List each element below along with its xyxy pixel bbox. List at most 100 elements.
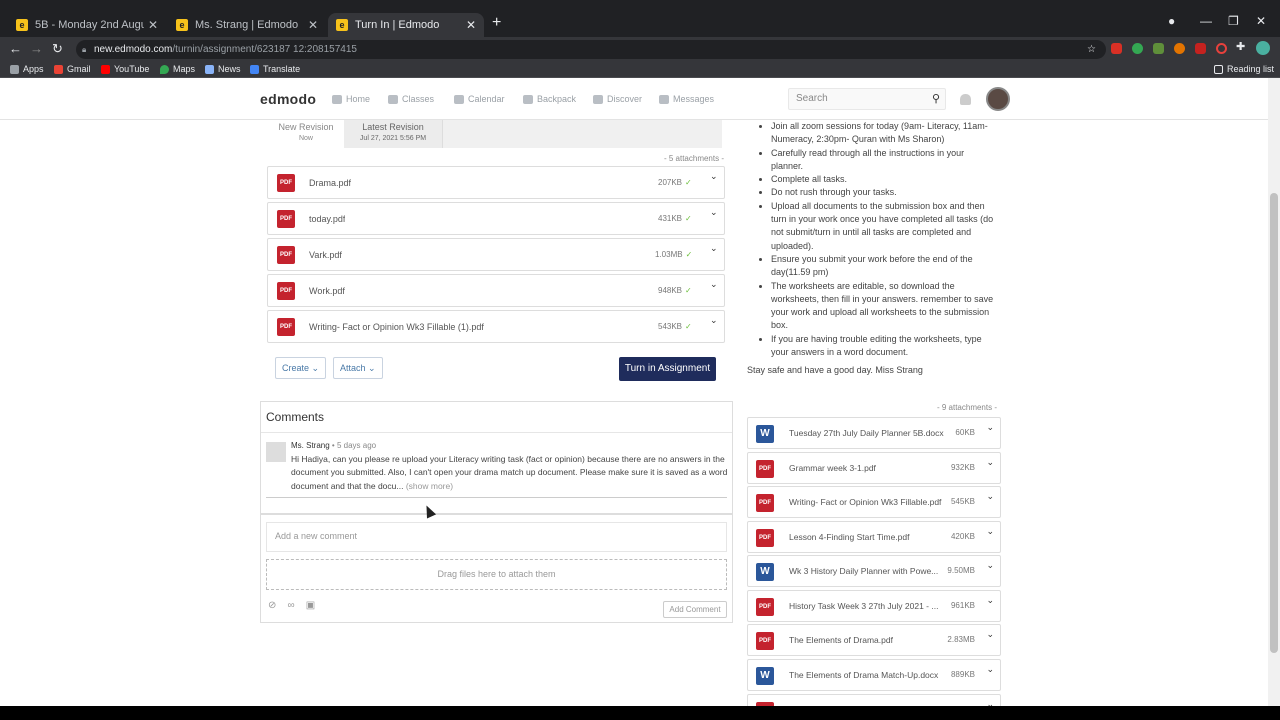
edmodo-logo[interactable]: edmodo bbox=[260, 91, 316, 107]
new-tab-button[interactable]: + bbox=[492, 14, 501, 32]
close-tab-icon[interactable]: ✕ bbox=[466, 18, 476, 32]
attachment-item[interactable]: PDF today.pdf 431KB ✓ ⌄ bbox=[267, 202, 725, 235]
new-comment-input[interactable]: Add a new comment bbox=[266, 522, 727, 552]
attachment-item[interactable]: PDF Writing- Fact or Opinion Wk3 Fillabl… bbox=[267, 310, 725, 343]
attachment-size: 948KB ✓ bbox=[658, 286, 692, 295]
attachment-item[interactable]: PDF Writing- Fact or Opinion Wk3 Fillabl… bbox=[747, 486, 1001, 518]
library-icon[interactable]: ▣ bbox=[306, 600, 315, 611]
attachment-item[interactable]: PDF Drama.pdf 207KB ✓ ⌄ bbox=[267, 166, 725, 199]
chevron-down-icon[interactable]: ⌄ bbox=[986, 422, 994, 433]
user-avatar[interactable] bbox=[986, 87, 1010, 111]
extension-icon[interactable] bbox=[1111, 43, 1122, 54]
tab-new-revision[interactable]: New Revision Now bbox=[268, 120, 344, 148]
attachment-name: Vark.pdf bbox=[309, 250, 342, 260]
bookmark-apps[interactable]: Apps bbox=[10, 64, 44, 74]
attachment-item[interactable]: PDF Grammar week 3-1.pdf 932KB ⌄ bbox=[747, 452, 1001, 484]
attachment-item[interactable]: PDF Work.pdf 948KB ✓ ⌄ bbox=[267, 274, 725, 307]
close-tab-icon[interactable]: ✕ bbox=[308, 18, 318, 32]
bookmark-star-icon[interactable]: ☆ bbox=[1087, 40, 1096, 59]
attachment-item[interactable]: PDF History Task Week 3 27th July 2021 -… bbox=[747, 590, 1001, 622]
attachment-item[interactable]: W Wk 3 History Daily Planner with Powe..… bbox=[747, 555, 1001, 587]
chevron-down-icon[interactable]: ⌄ bbox=[710, 171, 718, 182]
extension-icon[interactable] bbox=[1174, 43, 1185, 54]
close-tab-icon[interactable]: ✕ bbox=[148, 18, 158, 32]
check-icon: ✓ bbox=[685, 178, 692, 187]
chevron-down-icon[interactable]: ⌄ bbox=[986, 491, 994, 502]
create-dropdown-button[interactable]: Create ⌄ bbox=[275, 357, 327, 379]
extension-icon[interactable] bbox=[1195, 43, 1206, 54]
bookmark-youtube[interactable]: YouTube bbox=[101, 64, 149, 74]
attachment-name: The Elements of Drama Match-Up.docx bbox=[789, 670, 939, 680]
close-window-icon[interactable]: ✕ bbox=[1256, 14, 1266, 28]
turn-in-assignment-button[interactable]: Turn in Assignment bbox=[619, 357, 716, 381]
page-scrollbar[interactable] bbox=[1268, 78, 1280, 706]
chevron-down-icon[interactable]: ⌄ bbox=[710, 279, 718, 290]
forward-icon[interactable]: → bbox=[30, 41, 43, 56]
nav-discover[interactable]: Discover bbox=[593, 94, 642, 104]
reading-list[interactable]: Reading list bbox=[1214, 64, 1274, 74]
paperclip-icon[interactable]: ⊘ bbox=[268, 600, 276, 611]
chevron-down-icon[interactable]: ⌄ bbox=[986, 595, 994, 606]
chevron-down-icon[interactable]: ⌄ bbox=[710, 243, 718, 254]
extension-icon[interactable] bbox=[1132, 43, 1143, 54]
chevron-down-icon[interactable]: ⌄ bbox=[986, 560, 994, 571]
nav-backpack[interactable]: Backpack bbox=[523, 94, 576, 104]
search-input[interactable]: Search ⚲ bbox=[788, 88, 946, 110]
nav-label: Messages bbox=[673, 94, 715, 104]
attachment-item[interactable]: PDF Vark.pdf 1.03MB ✓ ⌄ bbox=[267, 238, 725, 271]
back-icon[interactable]: ← bbox=[9, 41, 22, 56]
submission-column: New Revision Now Latest Revision Jul 27,… bbox=[260, 120, 733, 706]
url-bar[interactable]: 🔒︎ new.edmodo.com/turnin/assignment/6231… bbox=[76, 40, 1106, 59]
chevron-down-icon[interactable]: ⌄ bbox=[986, 629, 994, 640]
revision-tabs: New Revision Now Latest Revision Jul 27,… bbox=[268, 120, 722, 148]
nav-label: Backpack bbox=[537, 94, 577, 104]
bookmark-news[interactable]: News bbox=[205, 64, 241, 74]
comment-author[interactable]: Ms. Strang bbox=[291, 441, 330, 450]
file-drop-zone[interactable]: Drag files here to attach them bbox=[266, 559, 727, 590]
attachment-item[interactable]: PDF The Elements of Drama.pdf 2.83MB ⌄ bbox=[747, 624, 1001, 656]
bookmark-gmail[interactable]: Gmail bbox=[54, 64, 91, 74]
chevron-down-icon[interactable]: ⌄ bbox=[986, 699, 994, 706]
extensions-puzzle-icon[interactable]: ✚ bbox=[1236, 40, 1245, 53]
link-icon[interactable]: ∞ bbox=[288, 600, 295, 611]
restore-icon[interactable]: ❐ bbox=[1228, 14, 1239, 28]
word-doc-icon: W bbox=[756, 667, 774, 685]
profile-menu-icon[interactable]: ● bbox=[1168, 14, 1175, 28]
chevron-down-icon[interactable]: ⌄ bbox=[986, 664, 994, 675]
nav-classes[interactable]: Classes bbox=[388, 94, 434, 104]
browser-tab-2[interactable]: e Ms. Strang | Edmodo ✕ bbox=[168, 13, 326, 37]
attach-dropdown-button[interactable]: Attach ⌄ bbox=[333, 357, 383, 379]
attachment-item[interactable]: W The Elements of Drama Match-Up.docx 88… bbox=[747, 659, 1001, 691]
chevron-down-icon[interactable]: ⌄ bbox=[986, 526, 994, 537]
reload-icon[interactable]: ↻ bbox=[52, 41, 63, 57]
nav-label: Discover bbox=[607, 94, 643, 104]
show-more-link[interactable]: (show more) bbox=[406, 481, 453, 491]
scrollbar-thumb[interactable] bbox=[1270, 193, 1278, 653]
search-icon[interactable]: ⚲ bbox=[932, 89, 940, 109]
revision-label: New Revision bbox=[278, 122, 334, 132]
bookmark-maps[interactable]: Maps bbox=[160, 64, 195, 74]
chevron-down-icon[interactable]: ⌄ bbox=[710, 315, 718, 326]
nav-home[interactable]: Home bbox=[332, 94, 370, 104]
chevron-down-icon[interactable]: ⌄ bbox=[710, 207, 718, 218]
profile-avatar-icon[interactable] bbox=[1256, 41, 1270, 55]
browser-tab-1[interactable]: e 5B - Monday 2nd August Daily P ✕ bbox=[8, 13, 166, 37]
chevron-down-icon[interactable]: ⌄ bbox=[986, 457, 994, 468]
commenter-avatar bbox=[266, 442, 286, 462]
tab-latest-revision[interactable]: Latest Revision Jul 27, 2021 5:56 PM bbox=[344, 120, 443, 148]
add-comment-button[interactable]: Add Comment bbox=[663, 601, 727, 618]
nav-messages[interactable]: Messages bbox=[659, 94, 714, 104]
attachment-item[interactable]: PDF Lesson 4-Finding Start Time.pdf 420K… bbox=[747, 521, 1001, 553]
browser-tab-3[interactable]: e Turn In | Edmodo ✕ bbox=[328, 13, 484, 37]
attachment-name: Drama.pdf bbox=[309, 178, 352, 188]
attachment-item[interactable]: PDF ⌄ bbox=[747, 694, 1001, 706]
minimize-icon[interactable]: — bbox=[1200, 14, 1212, 28]
comment-time: • 5 days ago bbox=[331, 441, 377, 450]
attachment-item[interactable]: W Tuesday 27th July Daily Planner 5B.doc… bbox=[747, 417, 1001, 449]
extension-icon[interactable] bbox=[1153, 43, 1164, 54]
nav-calendar[interactable]: Calendar bbox=[454, 94, 505, 104]
bookmark-translate[interactable]: Translate bbox=[250, 64, 300, 74]
url-domain: new.edmodo.com bbox=[94, 44, 173, 55]
opera-extension-icon[interactable] bbox=[1216, 43, 1227, 54]
notifications-bell-icon[interactable] bbox=[960, 94, 971, 105]
